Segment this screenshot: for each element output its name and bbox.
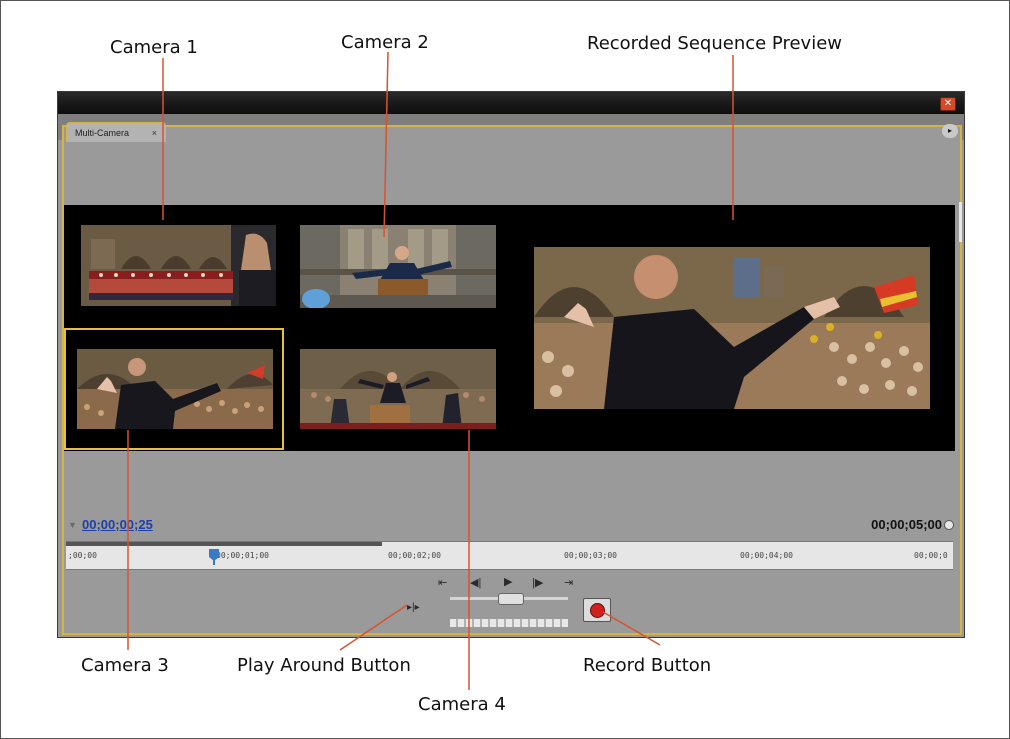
- close-icon[interactable]: ✕: [940, 97, 956, 111]
- tab-label: Multi-Camera: [75, 128, 130, 138]
- scrollbar[interactable]: [959, 202, 962, 242]
- ruler-tick: 00;00;04;00: [740, 551, 793, 560]
- recorded-sequence-preview[interactable]: [534, 247, 930, 409]
- record-button[interactable]: [583, 598, 611, 622]
- time-ruler[interactable]: ;00;00 00;00;01;00 00;00;02;00 00;00;03;…: [66, 541, 953, 570]
- camera-1-thumbnail[interactable]: [81, 225, 276, 306]
- work-area-bar[interactable]: [66, 542, 382, 546]
- camera-1-image: [81, 225, 276, 306]
- record-icon: [590, 603, 605, 618]
- ruler-tick: 00;00;02;00: [388, 551, 441, 560]
- callout-camera-4: Camera 4: [418, 694, 506, 715]
- selected-camera-highlight: [64, 328, 284, 450]
- tab-close-icon[interactable]: ×: [152, 123, 157, 143]
- camera-4-thumbnail[interactable]: [300, 349, 496, 429]
- camera-2-thumbnail[interactable]: [300, 225, 496, 308]
- play-button[interactable]: ▶: [504, 575, 512, 588]
- camera-4-image: [300, 349, 496, 429]
- multi-camera-window: ✕ Multi-Camera × ▸ ▼ 00;00;00;25 00;00;0…: [57, 91, 965, 638]
- recorded-preview-image: [534, 247, 930, 409]
- duration-timecode: 00;00;05;00: [871, 517, 942, 532]
- camera-2-image: [300, 225, 496, 308]
- play-around-button[interactable]: ▸|▸: [407, 602, 420, 613]
- callout-camera-1: Camera 1: [110, 37, 198, 58]
- callout-camera-2: Camera 2: [341, 32, 429, 53]
- tab-multi-camera[interactable]: Multi-Camera ×: [66, 122, 166, 142]
- ruler-tick: 00;00;03;00: [564, 551, 617, 560]
- ruler-tick: 00;00;01;00: [216, 551, 269, 560]
- go-to-out-button[interactable]: ⇥: [564, 576, 573, 589]
- timecode-triangle-icon: ▼: [68, 520, 77, 530]
- callout-recorded-preview: Recorded Sequence Preview: [587, 33, 842, 54]
- step-back-button[interactable]: ◀|: [470, 576, 481, 589]
- timecode-options-icon[interactable]: [944, 520, 954, 530]
- go-to-in-button[interactable]: ⇤: [438, 576, 447, 589]
- callout-play-around: Play Around Button: [237, 655, 411, 676]
- callout-record: Record Button: [583, 655, 712, 676]
- current-timecode[interactable]: 00;00;00;25: [82, 517, 153, 532]
- window-titlebar[interactable]: ✕: [58, 92, 964, 114]
- shuttle-slider[interactable]: [450, 619, 568, 627]
- ruler-tick: ;00;00: [68, 551, 97, 560]
- ruler-tick: 00;00;0: [914, 551, 948, 560]
- callout-camera-3: Camera 3: [81, 655, 169, 676]
- panel-menu-icon[interactable]: ▸: [942, 124, 958, 138]
- jog-knob[interactable]: [498, 593, 524, 605]
- step-forward-button[interactable]: |▶: [532, 576, 543, 589]
- playhead-icon[interactable]: [209, 549, 219, 565]
